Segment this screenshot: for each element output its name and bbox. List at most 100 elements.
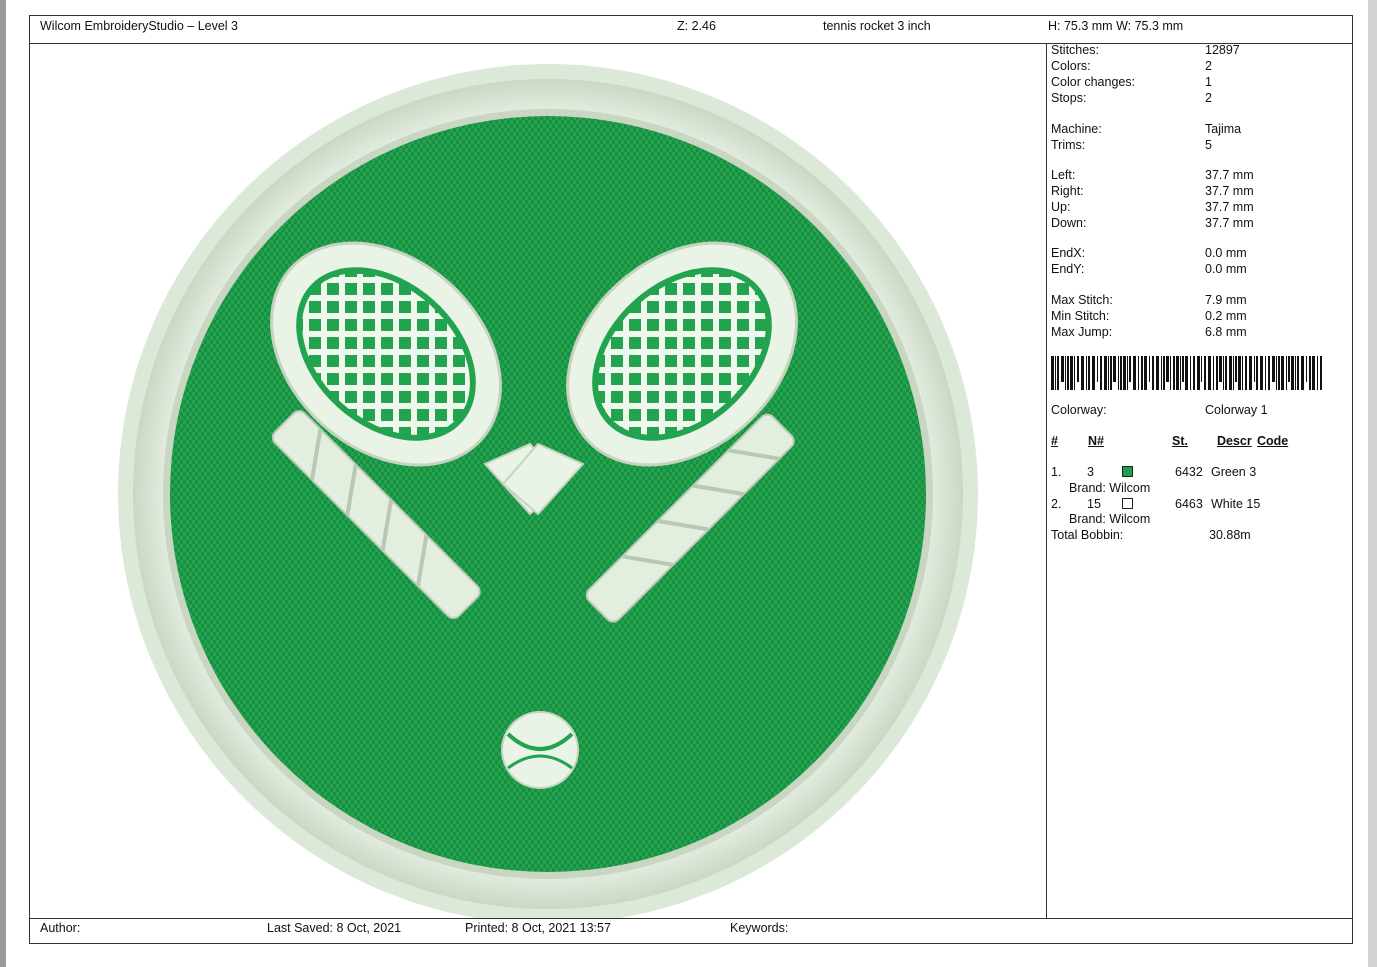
stat-value: 1 [1205, 75, 1212, 89]
barcode-bar [1065, 356, 1066, 390]
barcode-bar [1133, 356, 1136, 390]
stat-label: Stops: [1051, 91, 1087, 105]
footer-printed: Printed: 8 Oct, 2021 13:57 [465, 921, 611, 935]
stat-label: Max Jump: [1051, 325, 1113, 339]
zoom-level: Z: 2.46 [677, 19, 716, 33]
stat-value: Tajima [1205, 122, 1242, 136]
stat-label: EndY: [1051, 262, 1085, 276]
barcode-bar [1301, 356, 1304, 390]
stat-value: 37.7 mm [1205, 184, 1254, 198]
stat-value: 37.7 mm [1205, 216, 1254, 230]
stat-label: EndX: [1051, 246, 1086, 260]
barcode-bar [1061, 356, 1064, 382]
row1-color-swatch [1122, 466, 1133, 477]
barcode-bar [1141, 356, 1143, 390]
barcode-bar [1138, 356, 1139, 390]
barcode-bar [1176, 356, 1179, 390]
row2-n: 15 [1087, 497, 1101, 511]
row2-color-swatch [1122, 498, 1133, 509]
window-left-edge [0, 0, 6, 967]
row1-index: 1. [1051, 465, 1062, 479]
barcode-bar [1278, 356, 1280, 390]
barcode-bar [1229, 356, 1232, 390]
barcode-bar [1088, 356, 1090, 390]
total-bobbin-value: 30.88m [1209, 528, 1251, 542]
barcode-bar [1193, 356, 1195, 390]
stat-label: Left: [1051, 168, 1076, 182]
barcode-bar [1081, 356, 1084, 390]
barcode-bar [1057, 356, 1059, 390]
footer-keywords: Keywords: [730, 921, 789, 935]
barcode-bar [1170, 356, 1171, 390]
barcode-bar [1067, 356, 1069, 390]
barcode-bar [1129, 356, 1131, 382]
stat-value: 37.7 mm [1205, 168, 1254, 182]
app-title: Wilcom EmbroideryStudio – Level 3 [40, 19, 238, 33]
barcode-bar [1276, 356, 1277, 390]
colorway-label: Colorway: [1051, 403, 1107, 417]
stat-value: 6.8 mm [1205, 325, 1247, 339]
barcode-bar [1249, 356, 1252, 390]
stat-label: Color changes: [1051, 75, 1136, 89]
barcode-bar [1100, 356, 1102, 390]
barcode-bar [1120, 356, 1122, 390]
barcode-bar [1297, 356, 1299, 390]
barcode-bar [1166, 356, 1169, 382]
barcode-bar [1312, 356, 1315, 390]
barcode-bar [1216, 356, 1218, 390]
col-header-stitches: St. [1172, 434, 1188, 448]
barcode-bar [1254, 356, 1255, 382]
barcode-bar [1118, 356, 1119, 390]
barcode-bar [1074, 356, 1075, 390]
barcode-bar [1161, 356, 1162, 390]
barcode-bar [1272, 356, 1275, 382]
barcode-bar [1245, 356, 1247, 390]
barcode-bar [1233, 356, 1234, 390]
barcode-bar [1223, 356, 1224, 390]
col-header-n: N# [1088, 434, 1104, 448]
barcode-bar [1286, 356, 1287, 390]
barcode-bar [1092, 356, 1095, 390]
barcode-bar [1260, 356, 1263, 390]
row2-descr: White 15 [1211, 497, 1261, 511]
barcode-bar [1123, 356, 1126, 390]
barcode-bar [1152, 356, 1154, 390]
barcode-bar [1213, 356, 1214, 390]
row1-n: 3 [1087, 465, 1094, 479]
row1-brand: Brand: Wilcom [1069, 481, 1151, 495]
barcode-bar [1173, 356, 1175, 390]
barcode-bar [1180, 356, 1181, 390]
barcode-bar [1309, 356, 1311, 390]
barcode-bar [1108, 356, 1109, 390]
barcode-bar [1070, 356, 1073, 390]
window-scrollbar[interactable] [1368, 0, 1377, 967]
footer-author: Author: [40, 921, 81, 935]
barcode-bar [1238, 356, 1241, 390]
barcode-bar [1127, 356, 1128, 390]
barcode-bar [1190, 356, 1191, 390]
stat-value: 0.0 mm [1205, 262, 1247, 276]
stat-label: Up: [1051, 200, 1071, 214]
barcode-bar [1317, 356, 1318, 390]
stat-value: 2 [1205, 59, 1212, 73]
design-size: H: 75.3 mm W: 75.3 mm [1048, 19, 1184, 33]
barcode-bar [1097, 356, 1098, 382]
row1-stitches: 6432 [1175, 465, 1203, 479]
barcode-bar [1281, 356, 1284, 390]
barcode-bar [1204, 356, 1206, 390]
barcode-bar [1185, 356, 1188, 390]
barcode-bar [1235, 356, 1237, 382]
barcode-bar [1288, 356, 1290, 382]
colorway-value: Colorway 1 [1205, 403, 1268, 417]
stat-value: 2 [1205, 91, 1212, 105]
stat-value: 0.0 mm [1205, 246, 1247, 260]
stat-value: 7.9 mm [1205, 293, 1247, 307]
barcode-bar [1306, 356, 1307, 382]
barcode-bar [1208, 356, 1211, 390]
barcode-bar [1149, 356, 1150, 382]
barcode-bar [1077, 356, 1079, 382]
col-header-descr: Descr [1217, 434, 1252, 448]
row2-brand: Brand: Wilcom [1069, 512, 1151, 526]
stat-value: 0.2 mm [1205, 309, 1247, 323]
barcode [1051, 356, 1322, 390]
